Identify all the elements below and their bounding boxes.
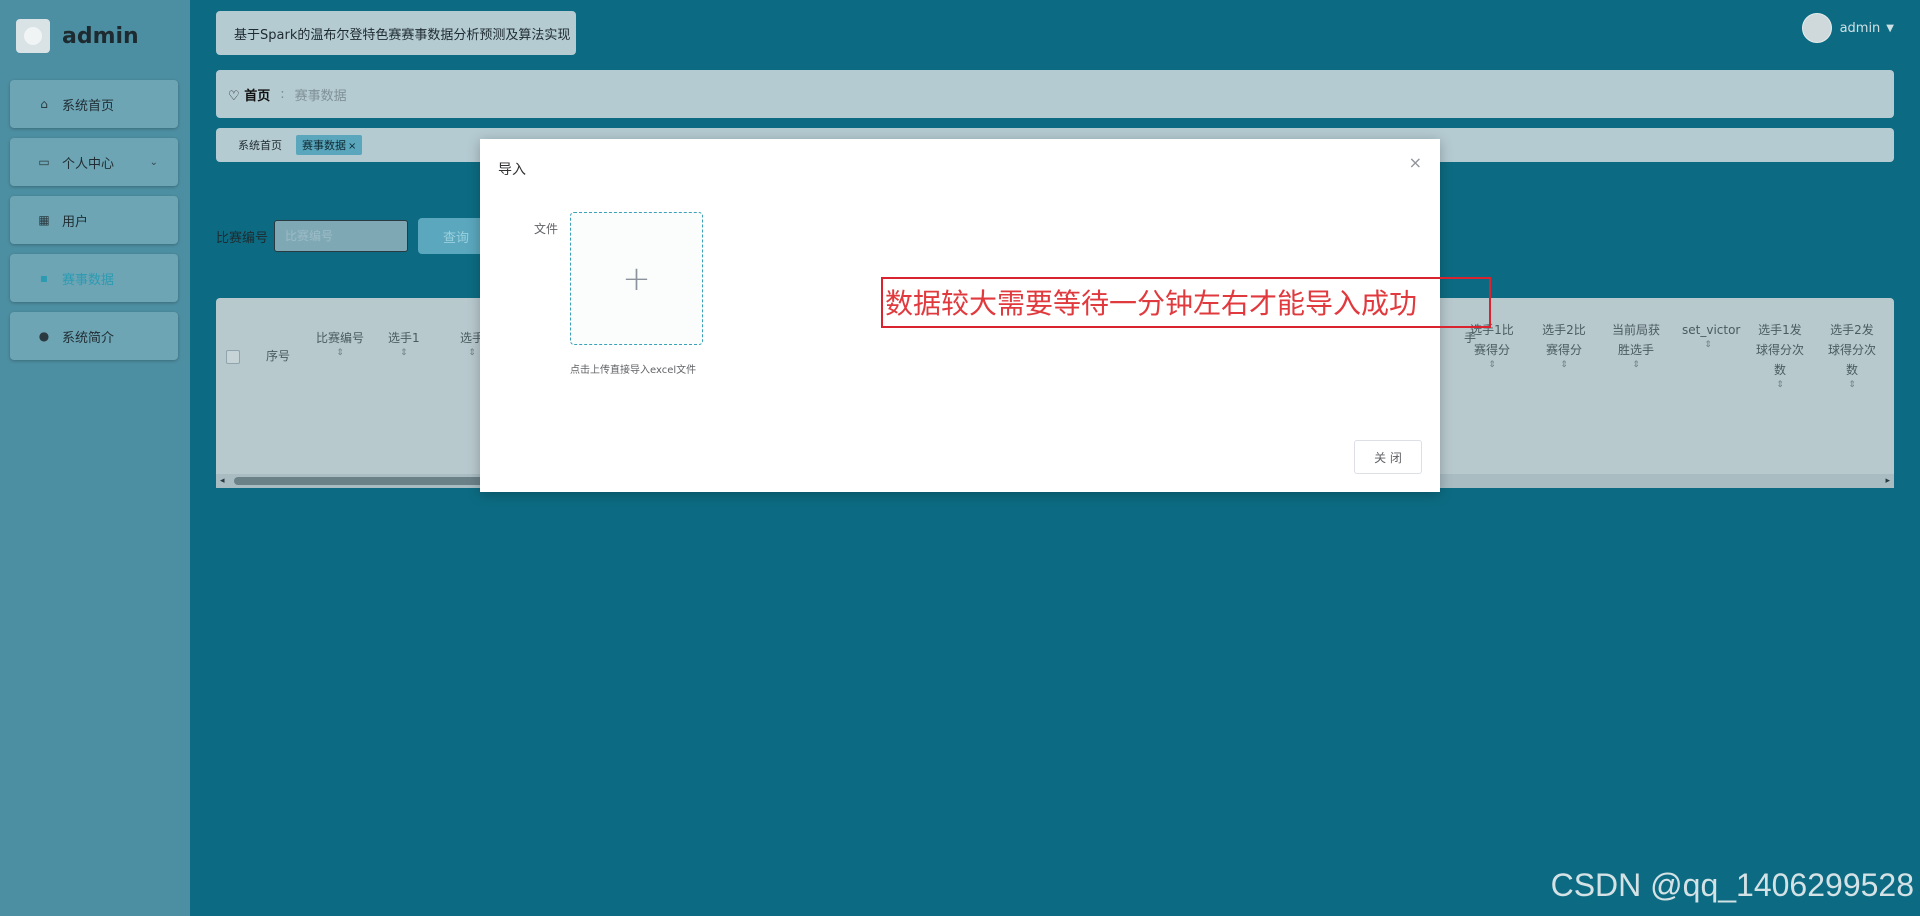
- sidebar-item-label: 赛事数据: [62, 272, 115, 288]
- select-all-checkbox[interactable]: [226, 350, 240, 364]
- watermark: CSDN @qq_1406299528: [1550, 867, 1914, 903]
- sidebar-item-label: 个人中心: [62, 156, 115, 172]
- column-header[interactable]: 比赛编号 ⇕: [316, 328, 364, 358]
- sidebar-item-intro[interactable]: ● 系统简介: [10, 312, 178, 360]
- column-header[interactable]: 选手2比赛得分 ⇕: [1538, 320, 1590, 370]
- column-header[interactable]: 序号: [266, 346, 290, 366]
- user-menu[interactable]: admin ▼: [1801, 13, 1894, 43]
- column-header-label: 比赛编号: [316, 331, 365, 345]
- sort-icon[interactable]: ⇕: [1682, 340, 1734, 350]
- tab-home[interactable]: 系统首页: [232, 135, 288, 155]
- sidebar-item-match-data[interactable]: ▪ 赛事数据: [10, 254, 178, 302]
- column-header-label: set_victor: [1682, 323, 1741, 337]
- breadcrumb-separator: :: [280, 86, 285, 102]
- sort-icon[interactable]: ⇕: [1826, 380, 1878, 390]
- column-header-label: 当前局获胜选手: [1611, 323, 1660, 357]
- user-name: admin: [1839, 20, 1881, 36]
- sort-icon[interactable]: ⇕: [1538, 360, 1590, 370]
- column-header-label: 选手2发球得分次数: [1827, 323, 1876, 377]
- sort-icon[interactable]: ⇕: [316, 348, 364, 358]
- sort-icon[interactable]: ⇕: [1610, 360, 1662, 370]
- tab-match-data[interactable]: 赛事数据 ×: [296, 135, 363, 155]
- person-icon: ●: [38, 329, 50, 343]
- breadcrumb-home[interactable]: ♡ 首页: [228, 85, 270, 104]
- file-label: 文件: [534, 222, 559, 236]
- profile-icon: ▭: [38, 155, 50, 169]
- home-icon: ⌂: [40, 97, 48, 111]
- sidebar-item-label: 系统简介: [62, 330, 115, 346]
- column-header-label: 选手1比赛得分: [1470, 323, 1514, 357]
- sort-icon[interactable]: ⇕: [1466, 360, 1518, 370]
- annotation-text: 数据较大需要等待一分钟左右才能导入成功: [885, 287, 1418, 320]
- grid-icon: ▦: [38, 213, 50, 227]
- search-row: 比赛编号 查询: [216, 218, 495, 254]
- breadcrumb: ♡ 首页 : 赛事数据: [216, 70, 1894, 118]
- monitor-icon: ▪: [39, 271, 49, 285]
- column-header[interactable]: 选手1 ⇕: [388, 328, 420, 358]
- breadcrumb-home-label: 首页: [244, 88, 271, 104]
- scroll-right-icon[interactable]: ▸: [1885, 474, 1890, 488]
- column-header[interactable]: 选手2发球得分次数 ⇕: [1826, 320, 1878, 390]
- sort-icon[interactable]: ⇕: [388, 348, 420, 358]
- search-label: 比赛编号: [216, 230, 269, 246]
- column-header-label: 序号: [266, 349, 291, 363]
- sidebar: admin ⌂ 系统首页 ▭ 个人中心 ⌄ ▦ 用户 ▪ 赛事数据 ● 系统简介: [0, 0, 190, 916]
- tab-label: 系统首页: [238, 139, 282, 152]
- brand-title: admin: [62, 23, 139, 49]
- sort-icon[interactable]: ⇕: [1754, 380, 1806, 390]
- sidebar-item-label: 系统首页: [62, 98, 115, 114]
- upload-tip: 点击上传直接导入excel文件: [570, 365, 697, 376]
- tab-label: 赛事数据: [302, 139, 346, 152]
- column-header[interactable]: 选手1发球得分次数 ⇕: [1754, 320, 1806, 390]
- scrollbar-thumb[interactable]: [234, 477, 504, 485]
- brand: admin: [16, 16, 139, 56]
- column-header-label: 选手1发球得分次数: [1755, 323, 1804, 377]
- chevron-down-icon: ⌄: [149, 156, 158, 168]
- upload-dropzone[interactable]: +: [570, 212, 703, 345]
- column-header[interactable]: 当前局获胜选手 ⇕: [1610, 320, 1662, 370]
- sidebar-item-profile[interactable]: ▭ 个人中心 ⌄: [10, 138, 178, 186]
- close-button[interactable]: 关 闭: [1354, 440, 1422, 474]
- column-header-label: 选手2比赛得分: [1542, 323, 1586, 357]
- close-icon[interactable]: ×: [1409, 153, 1422, 172]
- plus-icon: +: [622, 258, 651, 299]
- close-icon[interactable]: ×: [348, 141, 356, 152]
- search-input[interactable]: [274, 220, 409, 252]
- avatar: [1801, 13, 1832, 43]
- breadcrumb-current: 赛事数据: [294, 88, 347, 104]
- sidebar-item-label: 用户: [62, 214, 89, 230]
- column-header[interactable]: set_victor ⇕: [1682, 320, 1740, 350]
- column-header-label: 选手1: [388, 331, 420, 345]
- dialog-title: 导入: [498, 162, 526, 178]
- scroll-left-icon[interactable]: ◂: [220, 474, 225, 488]
- logo-icon: [16, 19, 50, 53]
- sidebar-item-users[interactable]: ▦ 用户: [10, 196, 178, 244]
- page-title: 基于Spark的温布尔登特色赛赛事数据分析预测及算法实现: [216, 11, 576, 55]
- sidebar-item-home[interactable]: ⌂ 系统首页: [10, 80, 178, 128]
- caret-down-icon: ▼: [1886, 22, 1894, 34]
